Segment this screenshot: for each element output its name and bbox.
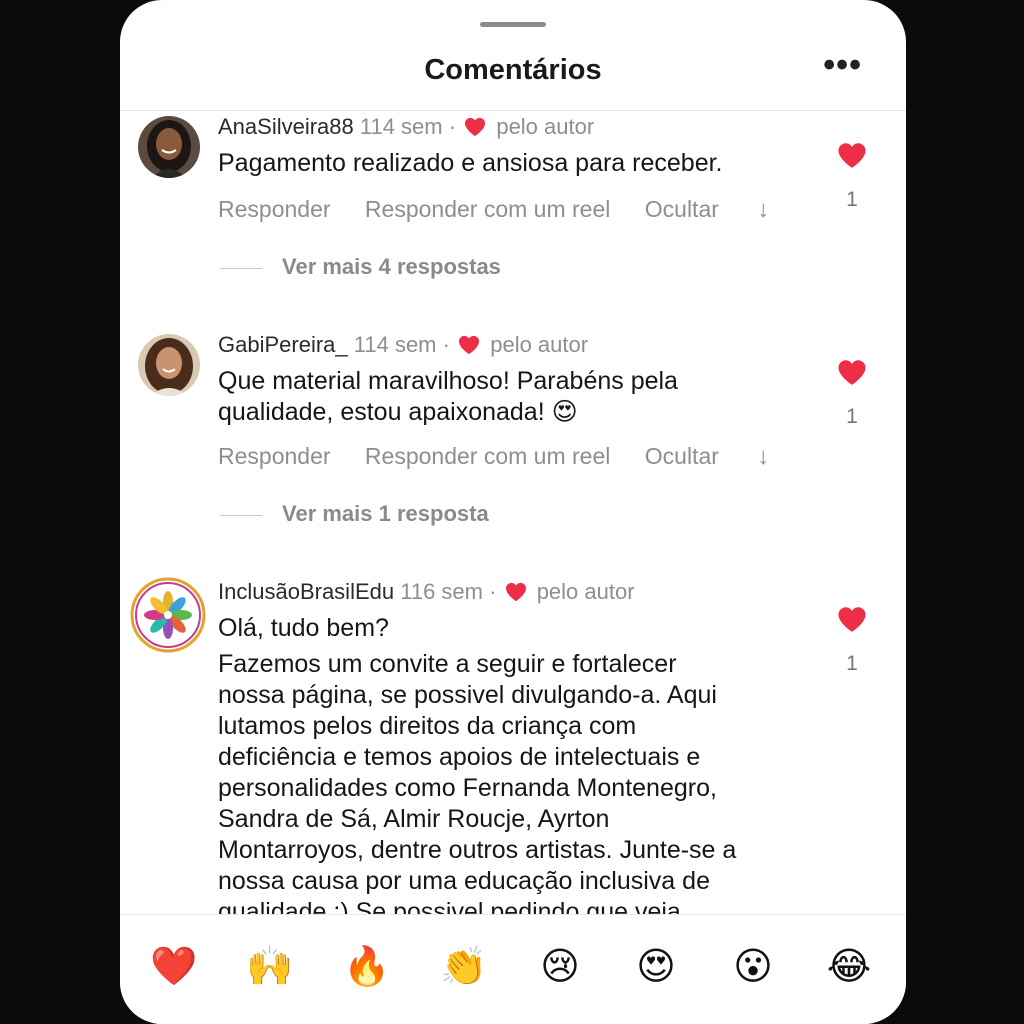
comment-text-line: qualidade :) Se possivel pedindo que vej… — [218, 898, 681, 914]
comment-text-line: lutamos pelos direitos da criança com — [218, 712, 637, 740]
comment-meta: InclusãoBrasilEdu 116 sem · pelo autor — [218, 579, 635, 608]
heart-icon — [458, 335, 480, 361]
reaction-bar: ❤️ 🙌 🔥 👏 😢 😍 😮 😂 — [120, 914, 906, 1024]
page-title: Comentários — [424, 54, 602, 86]
avatar[interactable] — [130, 577, 206, 653]
separator: · — [489, 579, 497, 604]
avatar[interactable] — [138, 116, 200, 178]
comment-text-line: Fazemos um convite a seguir e fortalecer — [218, 650, 677, 678]
heart-icon[interactable] — [836, 606, 868, 638]
comment-text-line: Que material maravilhoso! Parabéns pela — [218, 367, 678, 395]
hide-button[interactable]: Ocultar — [645, 196, 719, 222]
author-liked-label: pelo autor — [490, 332, 589, 357]
comment-actions: Responder Responder com um reel Ocultar … — [218, 443, 797, 471]
comment-text: Fazemos um convite a seguir e fortalecer… — [218, 649, 818, 914]
comment-text-line: deficiência e temos apoios de intelectua… — [218, 743, 701, 771]
tears-of-joy-emoji-button[interactable]: 😂 — [821, 943, 877, 991]
comment-greeting: Olá, tudo bem? — [218, 614, 389, 642]
arrow-down-icon[interactable]: ↓ — [757, 443, 769, 470]
heart-icon — [505, 582, 527, 608]
surprised-face-emoji-button[interactable]: 😮 — [725, 943, 781, 991]
comment-text-line: Sandra de Sá, Almir Roucje, Ayrton — [218, 805, 610, 833]
username[interactable]: GabiPereira_ — [218, 332, 348, 357]
like-count: 1 — [846, 405, 858, 428]
author-liked-label: pelo autor — [536, 579, 635, 604]
divider-line — [220, 514, 262, 516]
timestamp: 114 sem — [353, 332, 437, 357]
hide-button[interactable]: Ocultar — [645, 443, 719, 469]
username[interactable]: AnaSilveira88 — [218, 114, 354, 139]
username[interactable]: InclusãoBrasilEdu — [218, 579, 394, 604]
drag-handle[interactable] — [480, 22, 546, 27]
view-more-replies-label: Ver mais 4 respostas — [282, 254, 501, 279]
comment-text: Que material maravilhoso! Parabéns pela … — [218, 366, 818, 428]
comments-list[interactable]: AnaSilveira88 114 sem · pelo autor Pagam… — [120, 112, 906, 914]
comment-text-line: nossa página, se possivel divulgando-a. … — [218, 681, 717, 709]
reply-button[interactable]: Responder — [218, 443, 331, 469]
comments-sheet: Comentários ••• AnaSilveira88 114 sem · — [120, 0, 906, 1024]
clapping-hands-emoji-button[interactable]: 👏 — [436, 943, 492, 991]
divider-line — [220, 267, 262, 269]
comment-meta: AnaSilveira88 114 sem · pelo autor — [218, 114, 594, 143]
view-more-replies-label: Ver mais 1 resposta — [282, 501, 489, 526]
like-count: 1 — [846, 652, 858, 675]
comment-text-line: qualidade, estou apaixonada! 😍 — [218, 398, 578, 426]
like-count: 1 — [846, 188, 858, 211]
reply-button[interactable]: Responder — [218, 196, 331, 222]
heart-icon — [464, 117, 486, 143]
comment-meta: GabiPereira_ 114 sem · pelo autor — [218, 332, 588, 361]
more-options-button[interactable]: ••• — [823, 48, 862, 82]
crying-face-emoji-button[interactable]: 😢 — [532, 943, 588, 991]
heart-icon[interactable] — [836, 142, 868, 174]
view-more-replies[interactable]: Ver mais 4 respostas — [220, 254, 501, 280]
raised-hands-emoji-button[interactable]: 🙌 — [242, 943, 298, 991]
heart-eyes-emoji-button[interactable]: 😍 — [628, 943, 684, 991]
separator: · — [442, 332, 450, 357]
separator: · — [448, 114, 457, 139]
comment-text-line: personalidades como Fernanda Montenegro, — [218, 774, 717, 802]
comment-text: Pagamento realizado e ansiosa para receb… — [218, 149, 723, 177]
comment-actions: Responder Responder com um reel Ocultar … — [218, 196, 797, 224]
like-column: 1 — [836, 359, 868, 429]
author-liked-label: pelo autor — [496, 114, 595, 139]
timestamp: 116 sem — [400, 579, 483, 604]
header: Comentários ••• — [120, 40, 906, 111]
heart-emoji-button[interactable]: ❤️ — [146, 943, 202, 991]
comment-text-line: nossa causa por uma educação inclusiva d… — [218, 867, 710, 895]
arrow-down-icon[interactable]: ↓ — [757, 196, 769, 223]
timestamp: 114 sem — [359, 114, 443, 139]
like-column: 1 — [836, 606, 868, 676]
avatar[interactable] — [138, 334, 200, 396]
reply-with-reel-button[interactable]: Responder com um reel — [365, 196, 610, 222]
view-more-replies[interactable]: Ver mais 1 resposta — [220, 501, 489, 527]
heart-icon[interactable] — [836, 359, 868, 391]
like-column: 1 — [836, 142, 868, 212]
reply-with-reel-button[interactable]: Responder com um reel — [365, 443, 610, 469]
comment-text-line: Montarroyos, dentre outros artistas. Jun… — [218, 836, 737, 864]
fire-emoji-button[interactable]: 🔥 — [339, 943, 395, 991]
